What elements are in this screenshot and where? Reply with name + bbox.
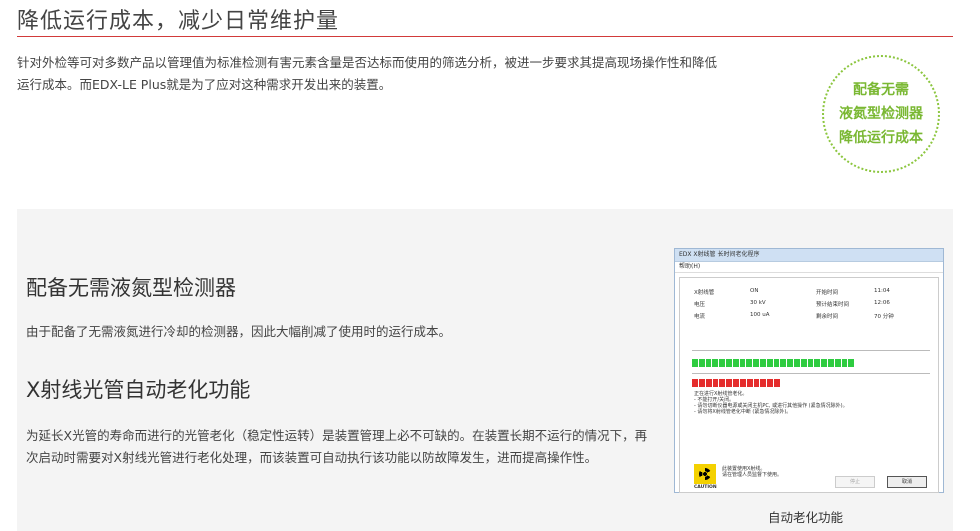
feature-badge: 配备无需 液氮型检测器 降低运行成本 [822,55,940,173]
progress-segment [787,359,793,367]
progress-bar-green [692,359,855,367]
progress-segment [773,359,780,367]
progress-segment [827,359,834,367]
progress-segment [739,379,746,387]
cancel-button[interactable]: 取消 [887,476,927,488]
progress-segment [739,359,746,367]
page-title: 降低运行成本，减少日常维护量 [17,9,340,34]
progress-segment [760,379,767,387]
progress-segment [753,379,760,387]
progress-segment [814,359,821,367]
progress-segment [766,359,773,367]
intro-line-1: 针对外检等可对多数产品以管理值为标准检测有害元素含量是否达标而使用的筛选分析，被… [17,55,718,70]
aging-program-screenshot: EDX X射线管 长时间老化程序 帮助(H) X射线管 ON 开始时间 11:0… [674,248,944,493]
progress-segment [800,359,807,367]
progress-segment [774,379,780,387]
intro-line-2: 运行成本。而EDX-LE Plus就是为了应对这种需求开发出来的装置。 [17,77,392,92]
status-notes: 正在进行X射线管老化。 - 不能打开/关闭。 - 请勿切断仪器电源或关闭主机PC… [694,391,848,415]
note-line: - 请勿将X射线管老化中断 (紧急情况除外)。 [694,409,792,415]
section-1-body: 由于配备了无需液氮进行冷却的检测器，因此大幅削减了使用时的运行成本。 [26,324,452,339]
row-value: ON [750,288,759,294]
progress-segment [841,359,848,367]
row-value: 30 kV [750,300,766,306]
progress-segment [780,359,787,367]
row-label: 开始时间 [816,290,839,296]
caution-label: CAUTION [694,485,717,490]
progress-segment [848,359,855,367]
progress-segment [705,359,712,367]
screenshot-caption: 自动老化功能 [768,510,844,525]
progress-segment [712,379,719,387]
stop-button[interactable]: 停止 [835,476,875,488]
progress-segment [732,359,739,367]
progress-segment [712,359,719,367]
progress-segment [719,379,726,387]
separator [692,373,930,374]
progress-segment [821,359,827,367]
progress-segment [733,379,739,387]
progress-segment [705,379,712,387]
row-label: 剩余时间 [816,314,839,320]
progress-segment [807,359,814,367]
progress-segment [725,359,732,367]
progress-segment [726,379,733,387]
row-value: 70 分钟 [874,314,894,320]
warning-text: 此装置使用X射线。 请在管理人员监督下使用。 [722,466,782,478]
progress-segment [767,379,774,387]
progress-segment [692,359,698,367]
row-label: 预计结束时间 [816,302,850,308]
row-value: 11:04 [874,288,890,294]
row-value: 12:06 [874,300,890,306]
radiation-warning-icon [694,464,716,484]
row-label: X射线管 [694,290,715,296]
title-divider [17,36,953,37]
progress-segment [753,359,759,367]
badge-line-3: 降低运行成本 [839,130,923,146]
badge-line-1: 配备无需 [853,82,909,98]
progress-segment [698,359,705,367]
progress-bar-red [692,379,780,387]
row-value: 100 uA [750,312,770,318]
section-2-body: 为延长X光管的寿命而进行的光管老化（稳定性运转）是装置管理上必不可缺的。在装置长… [26,428,648,465]
badge-line-2: 液氮型检测器 [839,106,923,122]
progress-segment [698,379,705,387]
progress-segment [834,359,841,367]
progress-segment [746,359,753,367]
progress-segment [719,359,725,367]
progress-segment [759,359,766,367]
screenshot-body: X射线管 ON 开始时间 11:04 电压 30 kV 预计结束时间 12:06… [679,277,939,493]
separator [692,350,930,351]
section-1-title: 配备无需液氮型检测器 [26,276,236,300]
screenshot-menu-help: 帮助(H) [675,262,943,273]
progress-segment [746,379,753,387]
progress-segment [793,359,800,367]
row-label: 电流 [694,314,706,320]
screenshot-window-title: EDX X射线管 长时间老化程序 [675,249,943,262]
section-2-title: X射线光管自动老化功能 [26,378,251,402]
warning-line-2: 请在管理人员监督下使用。 [722,472,783,478]
progress-segment [692,379,698,387]
intro-paragraph: 针对外检等可对多数产品以管理值为标准检测有害元素含量是否达标而使用的筛选分析，被… [17,52,777,96]
row-label: 电压 [694,302,706,308]
